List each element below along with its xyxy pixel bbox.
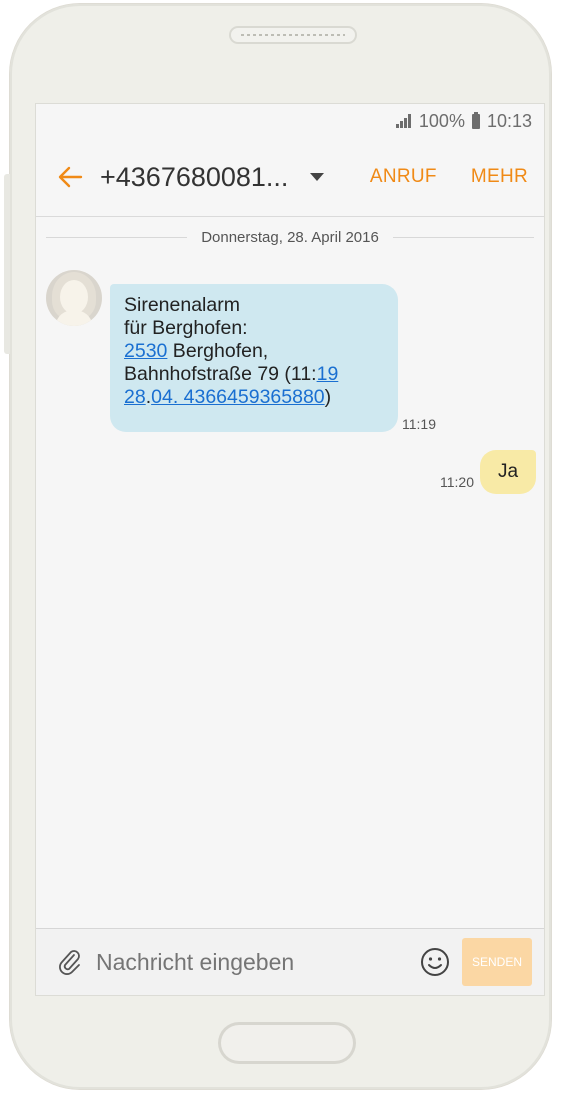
- battery-percent: 100%: [418, 110, 465, 131]
- back-button[interactable]: [40, 147, 100, 207]
- battery-icon: [471, 111, 480, 129]
- message-time: 11:20: [440, 474, 474, 490]
- message-line: Bahnhofstraße 79 (11:19: [124, 363, 339, 385]
- screen: 100% 10:13 +4367680081... ANRUF MEHR Don…: [35, 103, 545, 996]
- incoming-bubble[interactable]: Sirenenalarm für Berghofen: 2530 Berghof…: [110, 284, 398, 432]
- call-button[interactable]: ANRUF: [370, 166, 437, 188]
- message-line: für Berghofen:: [124, 317, 248, 339]
- contact-name[interactable]: +4367680081...: [100, 162, 288, 193]
- date-label: Donnerstag, 28. April 2016: [187, 228, 393, 246]
- message-text: Ja: [497, 461, 519, 482]
- more-button[interactable]: MEHR: [471, 166, 528, 188]
- message-time: 11:19: [402, 416, 436, 432]
- signal-icon: [395, 114, 411, 128]
- outgoing-bubble[interactable]: Ja: [480, 450, 536, 494]
- dropdown-caret-icon: [310, 173, 325, 181]
- message-line: 2530 Berghofen,: [124, 340, 269, 362]
- phone-link[interactable]: 28: [124, 386, 146, 408]
- message-composer: SENDEN: [36, 928, 544, 995]
- message-line: Sirenenalarm: [124, 294, 240, 316]
- home-button[interactable]: [218, 1022, 356, 1064]
- back-arrow-icon: [58, 166, 83, 188]
- conversation-header: +4367680081... ANRUF MEHR: [36, 138, 544, 217]
- emoji-button[interactable]: [414, 941, 456, 983]
- contact-dropdown-button[interactable]: [298, 157, 336, 197]
- phone-link[interactable]: 19: [317, 363, 339, 385]
- message-line: 28.04. 4366459365880): [124, 386, 332, 408]
- paperclip-icon: [59, 950, 80, 975]
- clock: 10:13: [486, 110, 532, 131]
- speaker-grille: [229, 26, 357, 44]
- attach-button[interactable]: [44, 936, 96, 988]
- date-separator: Donnerstag, 28. April 2016: [36, 217, 544, 257]
- phone-link[interactable]: 2530: [124, 340, 167, 362]
- phone-link[interactable]: 04. 4366459365880: [151, 386, 325, 408]
- avatar[interactable]: [46, 270, 102, 326]
- message-input[interactable]: [96, 948, 414, 976]
- send-button[interactable]: SENDEN: [462, 938, 532, 986]
- status-bar: 100% 10:13: [36, 104, 544, 138]
- emoji-icon: [421, 948, 449, 976]
